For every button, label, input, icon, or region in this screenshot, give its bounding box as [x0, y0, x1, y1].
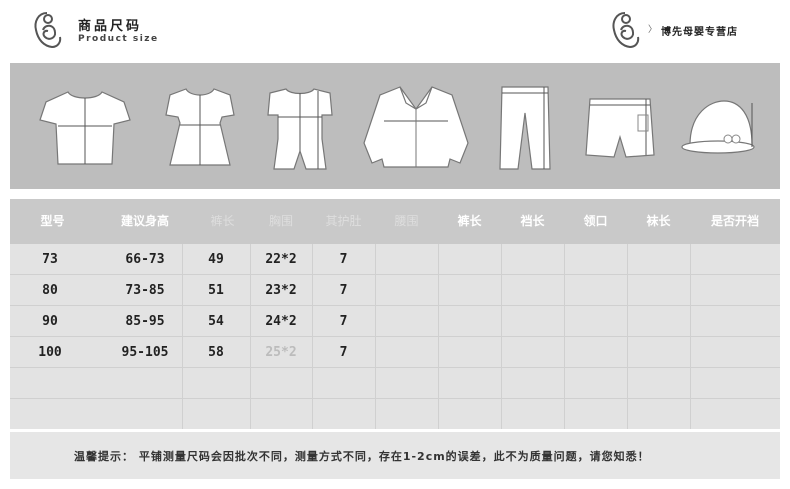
header-cell-crotch: 裆长 [520, 214, 545, 228]
cell-model: 90 [42, 314, 58, 329]
page-title: 商品尺码 [78, 19, 143, 34]
table-row: 73 66-73 49 22*2 7 [10, 244, 780, 275]
hat-icon [681, 100, 755, 154]
dress-icon [165, 88, 235, 166]
header-cell-height: 建议身高 [120, 214, 169, 228]
cell-belly-band: 7 [339, 345, 348, 360]
chevron-right-icon: 〉 [648, 25, 658, 35]
garment-icons-band [10, 63, 780, 189]
shorts-icon [585, 98, 655, 158]
cell-chest: 23*2 [265, 283, 297, 298]
header-cell-belly-band: 其护肚 [325, 214, 362, 228]
cell-height: 73-85 [125, 283, 165, 298]
header-cell-waist: 腰围 [394, 214, 419, 228]
header-cell-leg-length: 裤长 [457, 214, 482, 228]
cell-height: 66-73 [125, 252, 165, 267]
cell-chest: 24*2 [265, 314, 297, 329]
cell-pants-length: 51 [208, 283, 224, 298]
romper-icon [267, 88, 333, 170]
mother-baby-logo-icon [34, 12, 62, 49]
cell-pants-length: 58 [208, 345, 224, 360]
cell-belly-band: 7 [339, 314, 348, 329]
page-header: 商品尺码 Product size 〉 博先母婴专营店 [0, 0, 790, 60]
cell-pants-length: 49 [208, 252, 224, 267]
table-row [10, 399, 780, 430]
tshirt-icon [39, 91, 131, 165]
page-subtitle: Product size [78, 34, 159, 44]
header-cell-pants-length: 裤长 [210, 214, 235, 228]
header-cell-chest: 胸围 [268, 214, 293, 228]
table-header: 型号 建议身高 裤长 胸围 其护肚 腰围 裤长 裆长 领口 袜长 是否开裆 [10, 199, 780, 244]
store-logo-icon [612, 12, 640, 49]
cell-chest: 25*2 [265, 345, 297, 360]
cell-model: 73 [42, 252, 58, 267]
store-name[interactable]: 博先母婴专营店 [661, 23, 738, 38]
table-row [10, 368, 780, 399]
header-cell-collar: 领口 [583, 214, 608, 228]
header-cell-model: 型号 [40, 214, 65, 228]
jacket-icon [363, 86, 469, 168]
pants-icon [499, 86, 551, 170]
size-notice: 温馨提示： 平铺测量尺码会因批次不同，测量方式不同，存在1-2cm的误差，此不为… [10, 432, 780, 479]
notice-text: 温馨提示： 平铺测量尺码会因批次不同，测量方式不同，存在1-2cm的误差，此不为… [74, 450, 650, 463]
cell-chest: 22*2 [265, 252, 297, 267]
table-row: 90 85-95 54 24*2 7 [10, 306, 780, 337]
cell-height: 95-105 [121, 345, 169, 360]
cell-height: 85-95 [125, 314, 165, 329]
table-row: 80 73-85 51 23*2 7 [10, 275, 780, 306]
size-table: 型号 建议身高 裤长 胸围 其护肚 腰围 裤长 裆长 领口 袜长 是否开裆 73… [10, 199, 780, 429]
header-cell-open-crotch: 是否开裆 [710, 214, 759, 228]
cell-model: 80 [42, 283, 58, 298]
table-row: 100 95-105 58 25*2 7 [10, 337, 780, 368]
cell-belly-band: 7 [339, 252, 348, 267]
cell-belly-band: 7 [339, 283, 348, 298]
cell-model: 100 [38, 345, 62, 360]
cell-pants-length: 54 [208, 314, 224, 329]
header-cell-sock-length: 袜长 [646, 214, 671, 228]
